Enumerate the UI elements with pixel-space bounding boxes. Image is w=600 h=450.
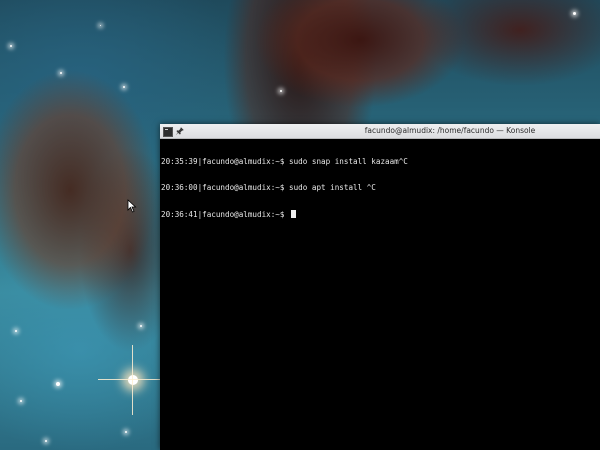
text-cursor: [291, 209, 296, 218]
window-title: facundo@almudix: /home/facundo — Konsole: [364, 126, 536, 135]
terminal-output[interactable]: 20:35:39|facundo@almudix:~$ sudo snap in…: [160, 139, 600, 450]
terminal-prompt: 20:36:41|facundo@almudix:~$: [161, 209, 290, 219]
star-decoration: [123, 86, 125, 88]
star-decoration: [20, 400, 22, 402]
terminal-line: 20:36:00|facundo@almudix:~$ sudo apt ins…: [161, 182, 376, 192]
star-decoration: [100, 25, 101, 26]
star-decoration: [573, 12, 576, 15]
star-decoration: [280, 90, 282, 92]
mouse-pointer-icon: [127, 199, 137, 213]
star-decoration: [10, 45, 12, 47]
window-titlebar[interactable]: facundo@almudix: /home/facundo — Konsole: [160, 124, 600, 139]
star-decoration: [45, 440, 47, 442]
star-flare-decoration: [98, 379, 160, 380]
star-decoration: [15, 330, 17, 332]
star-decoration: [60, 72, 62, 74]
star-flare-decoration: [132, 345, 133, 415]
konsole-window[interactable]: facundo@almudix: /home/facundo — Konsole…: [160, 124, 600, 450]
star-decoration: [56, 382, 60, 386]
star-decoration: [125, 431, 127, 433]
terminal-prompt-line[interactable]: 20:36:41|facundo@almudix:~$: [161, 209, 600, 219]
terminal-line: 20:35:39|facundo@almudix:~$ sudo snap in…: [161, 157, 408, 167]
bright-star-decoration: [128, 375, 138, 385]
star-decoration: [140, 325, 142, 327]
